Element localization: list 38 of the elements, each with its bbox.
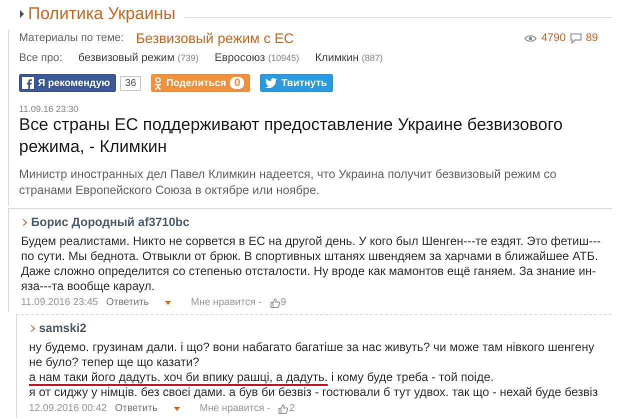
comment-date: 12.09.2016 00:42 [29, 403, 107, 414]
article-lead: Министр иностранных дел Павел Климкин надеется, что Украина получит безвизовый режим со странами Европейского Союза в октябре или ноябре. [19, 166, 558, 198]
comment-icon [570, 32, 582, 44]
comment-date: 11.09.2016 23:45 [21, 297, 98, 308]
like-link[interactable]: Мне нравится - [200, 403, 270, 414]
reply-link[interactable]: Ответить [106, 297, 149, 308]
share-button[interactable]: Твитнуть [260, 74, 334, 92]
f-logo-icon [22, 77, 34, 89]
bird-icon [265, 78, 278, 88]
tag-link[interactable]: Климкин (887) [315, 52, 383, 64]
related-link[interactable]: Безвизовый режим с ЕС [136, 30, 294, 46]
article-title[interactable]: Все страны ЕС поддерживают предоставление Украине безвизового режима, - Климкин [19, 114, 612, 158]
comment-text: Будем реалистами. Никто не сорвется в ЕС на другой день. У кого был Шенген---те ездят. Это фетиш---по сути. Мы беднота. Отвыкли от брюк. В спортивных штанях швендяем за харчами в ближайшее АТБ. Даже сложно определится со степенью отсталости. Ну вроде как мамонтов ещё ганяем. За знание ин-яза---та вообще караул. [21, 234, 602, 294]
tag-link[interactable]: безвизовый режим (739) [78, 52, 199, 64]
caret-icon[interactable] [174, 406, 180, 410]
comment-text: ну будемо. грузинам дали. і що? вони набагато багатіше за нас живуть? чи може там нівкого шенгену не було? тепер ще що казати? а нам таки його дадуть. хоч би впику рашці, а дадуть. і кому буде треба - той поіде. я от сиджу у німців. без своєі дами. а був би безвіз - гостювали б тут удвох. так що - нехай буде безвіз [29, 340, 599, 400]
comment-author[interactable]: samski2 [39, 321, 86, 335]
share-count: 36 [120, 76, 142, 90]
article-date: 11.09.16 23:30 [19, 104, 78, 114]
person-logo-icon [154, 76, 162, 90]
comment-count: 89 [586, 32, 598, 44]
like-count: 2 [289, 403, 295, 414]
reply-link[interactable]: Ответить [114, 403, 158, 414]
share-button[interactable]: Поделиться 0 [151, 74, 250, 92]
tags-label: Все про: [19, 52, 62, 64]
caret-icon[interactable] [164, 300, 171, 304]
comment-author[interactable]: Борис Дородный af3710bc [31, 215, 190, 229]
view-count: 4790 [541, 32, 566, 44]
like-count: 9 [280, 297, 286, 308]
thumb-up-icon[interactable] [270, 298, 280, 308]
eye-icon [524, 34, 538, 42]
tag-link[interactable]: Евросоюз (10945) [214, 52, 300, 64]
share-button[interactable]: Я рекомендую [19, 74, 116, 92]
section-title[interactable]: Политика Украины [28, 4, 176, 24]
like-link[interactable]: Мне нравится - [190, 297, 262, 308]
triangle-icon [20, 10, 24, 18]
related-label: Материалы по теме: [19, 32, 124, 44]
thumb-up-icon[interactable] [278, 404, 288, 414]
